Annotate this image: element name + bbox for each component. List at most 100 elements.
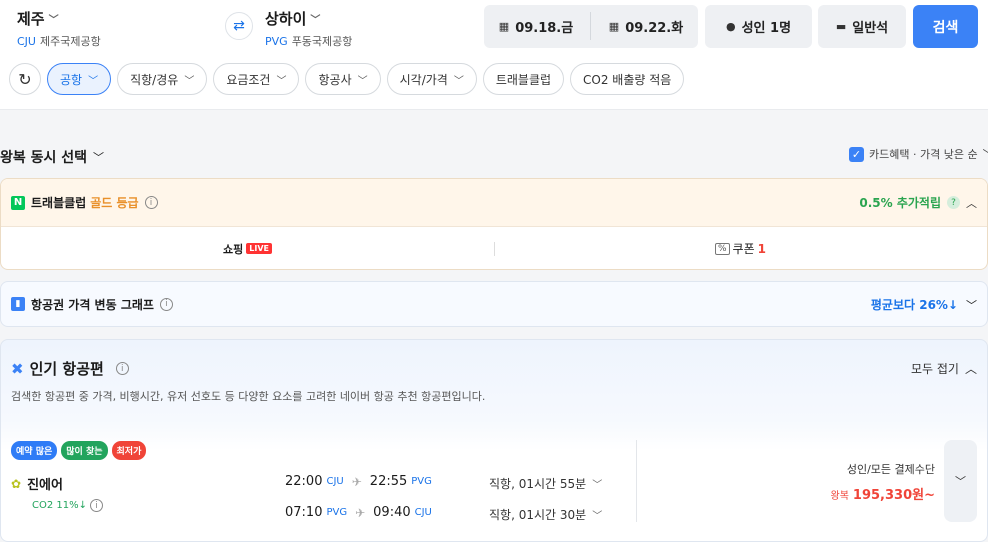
chevron-down-icon: ﹀ — [184, 75, 195, 87]
coupon-count: 1 — [757, 241, 766, 256]
dep-code: CJU — [326, 476, 344, 487]
sort-label: 카드혜택 · 가격 낮은 순 — [869, 148, 978, 161]
destination-name: 상하이 — [265, 10, 307, 28]
info-icon[interactable]: i — [159, 297, 173, 311]
seat-icon: ▬ — [835, 20, 847, 33]
popular-flights-section: ✖ 인기 항공편 i 모두 접기 ︿ 검색한 항공편 중 가격, 비행시간, 유… — [0, 339, 988, 542]
date-divider — [590, 12, 591, 40]
airline-name: 진에어 — [27, 478, 63, 493]
dep-time: 22:00 — [285, 474, 323, 489]
swap-icon[interactable]: ⇄ — [225, 12, 253, 40]
destination-airport: 푸동국제공항 — [291, 35, 353, 48]
shopping-label: 쇼핑 — [223, 242, 244, 256]
chevron-up-icon: ︿ — [964, 362, 977, 376]
search-header: 제주 ﹀ CJU 제주국제공항 ⇄ 상하이 ﹀ PVG 푸동국제공항 ▦ 09.18.금… — [0, 0, 988, 110]
info-icon[interactable]: i — [144, 196, 158, 209]
tag-lowest-price: 최저가 — [111, 441, 147, 460]
chevron-down-icon[interactable]: ﹀ — [966, 297, 977, 313]
checkbox-checked-icon[interactable]: ✓ — [849, 146, 864, 162]
info-icon[interactable]: i — [115, 362, 129, 375]
graph-average: 평균보다 26%↓ — [870, 298, 958, 312]
calendar-icon: ▦ — [498, 20, 510, 33]
tag-most-booked: 예약 많은 — [11, 441, 58, 460]
arr-time: 09:40 — [373, 505, 411, 520]
popular-title: 인기 항공편 — [29, 360, 104, 378]
filter-co2[interactable]: CO2 배출량 적음 — [570, 63, 685, 95]
naver-logo-icon: N — [11, 195, 25, 210]
origin-code: CJU — [17, 35, 36, 48]
filter-fare[interactable]: 요금조건 ﹀ — [213, 63, 300, 95]
sparkle-icon: ✖ — [11, 359, 24, 378]
return-leg: 07:10 PVG ✈ 09:40 CJU — [285, 505, 432, 520]
club-grade: 골드 등급 — [90, 196, 139, 210]
chevron-down-icon: ﹀ — [93, 151, 105, 164]
origin-name: 제주 — [17, 10, 45, 28]
divider — [494, 242, 495, 256]
price-amount: 195,330원~ — [852, 488, 935, 503]
airline-info: ✿ 진에어 — [11, 474, 63, 494]
bar-chart-icon: ▮ — [11, 297, 25, 311]
chevron-down-icon: ﹀ — [357, 75, 368, 87]
passengers-button[interactable]: ● 성인 1명 — [705, 5, 812, 48]
arr-code: CJU — [414, 507, 432, 518]
passengers-label: 성인 1명 — [741, 21, 792, 36]
dep-code: PVG — [326, 507, 348, 518]
filter-time-price[interactable]: 시각/가격 ﹀ — [386, 63, 477, 95]
origin-selector[interactable]: 제주 ﹀ CJU 제주국제공항 — [17, 8, 101, 49]
info-icon[interactable]: i — [90, 499, 103, 512]
outbound-duration[interactable]: 직항, 01시간 55분 ﹀ — [489, 475, 602, 492]
person-icon: ● — [725, 20, 736, 33]
filter-travel-club[interactable]: 트래블클럽 — [482, 63, 565, 95]
club-point: 0.5% 추가적립 — [859, 196, 941, 210]
jinair-logo-icon: ✿ — [11, 476, 22, 491]
filter-bar: ↻ 공항 ﹀ 직항/경유 ﹀ 요금조건 ﹀ 항공사 ﹀ 시각/가격 ﹀ 트래블클럽 CO2… — [9, 63, 685, 95]
filter-airline[interactable]: 항공사 ﹀ — [305, 63, 381, 95]
refresh-icon[interactable]: ↻ — [9, 63, 41, 95]
seat-class-button[interactable]: ▬ 일반석 — [818, 5, 906, 48]
dep-time: 07:10 — [285, 505, 323, 520]
co2-label: CO2 11%↓ — [32, 500, 87, 511]
divider — [636, 440, 637, 522]
return-date: 09.22.화 — [625, 21, 684, 36]
price: 왕복 195,330원~ — [831, 484, 935, 503]
collapse-all-button[interactable]: 모두 접기 ︿ — [911, 360, 977, 377]
chevron-up-icon[interactable]: ︿ — [966, 195, 977, 211]
seat-class-label: 일반석 — [852, 21, 889, 36]
chevron-down-icon: ﹀ — [310, 15, 321, 26]
roundtrip-select[interactable]: 왕복 동시 선택 ﹀ — [0, 147, 104, 167]
chevron-down-icon: ﹀ — [276, 75, 287, 87]
price-graph-card[interactable]: ▮ 항공권 가격 변동 그래프 i 평균보다 26%↓ ﹀ — [0, 281, 988, 327]
depart-date-button[interactable]: ▦ 09.18.금 — [484, 17, 588, 36]
sort-option[interactable]: ✓ 카드혜택 · 가격 낮은 순 ﹀ — [849, 146, 988, 162]
section-title: 왕복 동시 선택 — [0, 150, 88, 166]
price-type: 왕복 — [830, 491, 849, 502]
coupon-link[interactable]: % 쿠폰 1 — [494, 240, 987, 257]
chevron-down-icon: ﹀ — [592, 511, 603, 522]
filter-direct[interactable]: 직항/경유 ﹀ — [117, 63, 208, 95]
expand-button[interactable]: ﹀ — [944, 440, 977, 522]
filter-airport[interactable]: 공항 ﹀ — [47, 63, 112, 95]
help-icon[interactable]: ? — [947, 196, 960, 209]
chevron-down-icon: ﹀ — [983, 146, 988, 162]
co2-info: CO2 11%↓ i — [32, 499, 103, 512]
live-badge: LIVE — [246, 243, 272, 254]
club-title: 트래블클럽 — [31, 196, 87, 210]
tag-most-searched: 많이 찾는 — [61, 441, 108, 460]
shopping-live-link[interactable]: 쇼핑 LIVE — [1, 241, 494, 257]
calendar-icon: ▦ — [608, 20, 620, 33]
chevron-down-icon: ﹀ — [48, 15, 59, 26]
coupon-label: 쿠폰 — [732, 242, 755, 256]
date-range: ▦ 09.18.금 ▦ 09.22.화 — [484, 5, 698, 48]
plane-icon: ✈ — [355, 505, 366, 520]
travel-club-card: N 트래블클럽 골드 등급 i 0.5% 추가적립 ? ︿ 쇼핑 LIVE % … — [0, 178, 988, 270]
arr-code: PVG — [411, 476, 432, 487]
plane-icon: ✈ — [351, 474, 362, 489]
search-button[interactable]: 검색 — [913, 5, 978, 48]
collapse-label: 모두 접기 — [911, 362, 959, 376]
return-date-button[interactable]: ▦ 09.22.화 — [594, 17, 698, 36]
coupon-icon: % — [714, 242, 730, 255]
destination-selector[interactable]: 상하이 ﹀ PVG 푸동국제공항 — [265, 8, 352, 49]
destination-code: PVG — [265, 35, 288, 48]
graph-title: 항공권 가격 변동 그래프 — [31, 297, 154, 312]
return-duration[interactable]: 직항, 01시간 30분 ﹀ — [489, 506, 602, 523]
